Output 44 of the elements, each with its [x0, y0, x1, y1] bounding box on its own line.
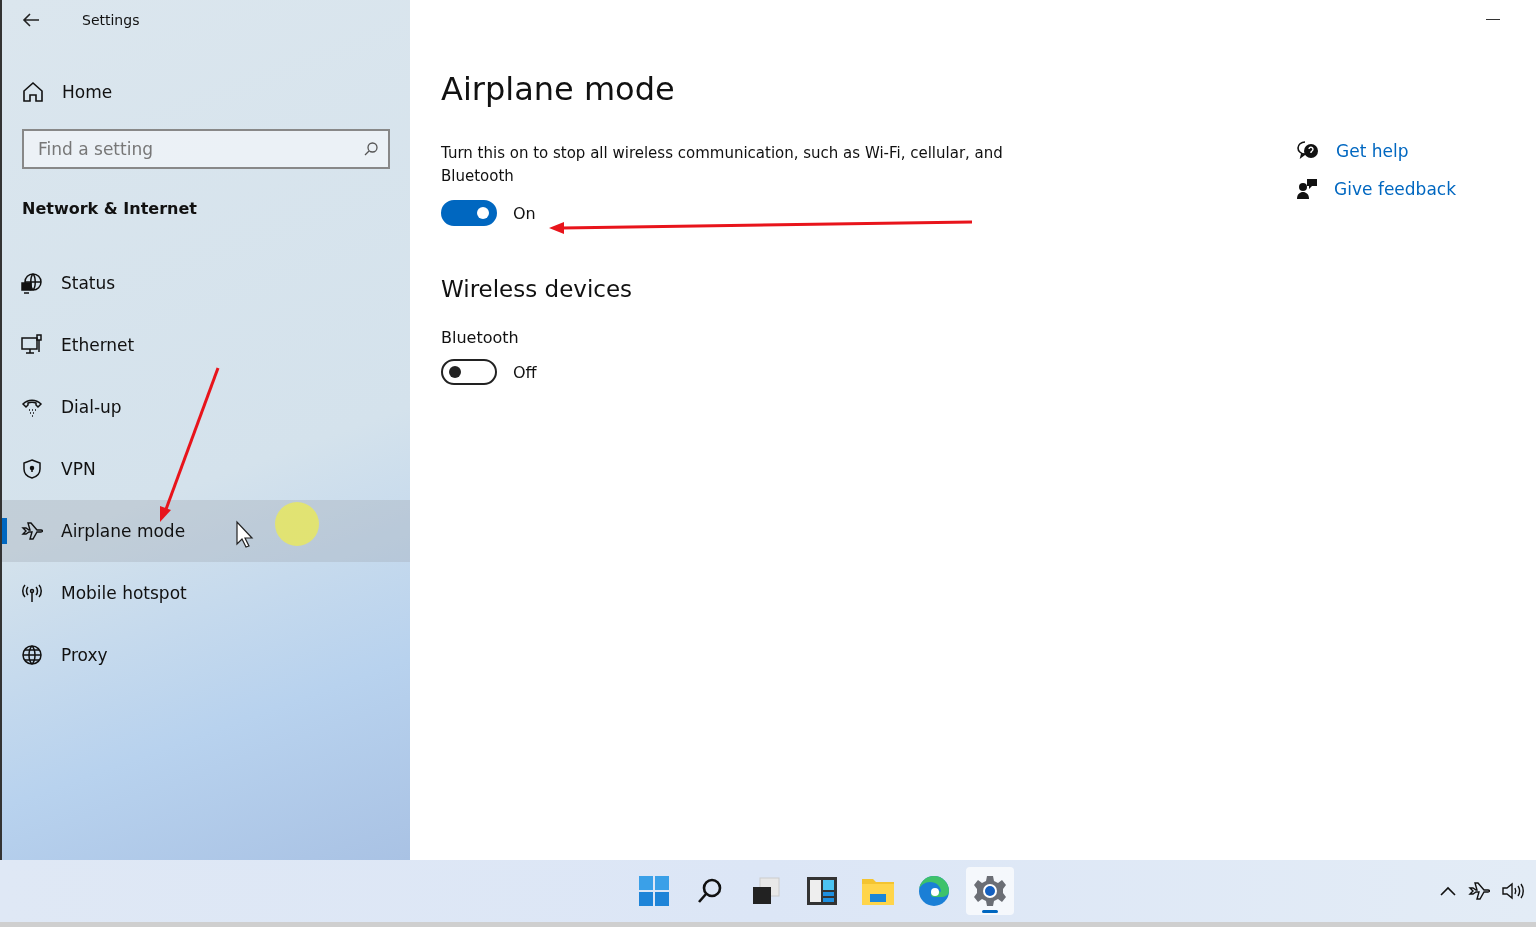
search-icon [364, 142, 378, 156]
airplane-icon [21, 520, 43, 542]
folder-icon [862, 877, 894, 905]
speaker-icon[interactable] [1502, 882, 1524, 900]
browser-logo-icon [918, 875, 950, 907]
airplane-icon[interactable] [1468, 880, 1490, 902]
globe-icon [21, 644, 43, 666]
mouse-cursor-icon [236, 520, 254, 548]
page-title: Airplane mode [441, 70, 675, 108]
overlapping-windows-icon [752, 877, 780, 905]
monitor-plug-icon [21, 334, 43, 356]
windows-logo-icon [639, 876, 669, 906]
click-highlight [275, 502, 319, 546]
search-field[interactable]: Find a setting [22, 129, 390, 169]
nav-item[interactable]: Proxy [2, 624, 410, 686]
nav-item[interactable]: VPN [2, 438, 410, 500]
widgets-icon [807, 877, 837, 905]
antenna-icon [21, 582, 43, 604]
toggle-switch[interactable] [441, 200, 497, 226]
search-icon [696, 877, 724, 905]
toggle-switch[interactable] [441, 359, 497, 385]
chevron-up-icon[interactable] [1440, 886, 1456, 896]
help-link[interactable]: Give feedback [1334, 179, 1456, 199]
nav-item[interactable]: Airplane mode [2, 500, 410, 562]
device-name: Bluetooth [441, 328, 519, 347]
window-title: Settings [82, 12, 140, 28]
home-link[interactable]: Home [22, 73, 113, 111]
shield-icon [21, 458, 43, 480]
help-link[interactable]: Get help [1336, 141, 1409, 161]
selection-indicator [2, 518, 7, 544]
nav-item[interactable]: Ethernet [2, 314, 410, 376]
description-text: Turn this on to stop all wireless communication, such as Wi-Fi, cellular, and Bluetooth [441, 143, 1004, 187]
toggle-state-label: On [513, 203, 536, 223]
toggle-state-label: Off [513, 362, 537, 382]
section-heading: Network & Internet [22, 199, 197, 218]
gear-icon [974, 875, 1006, 907]
section-heading: Wireless devices [441, 276, 633, 302]
globe-monitor-icon [21, 272, 43, 294]
nav-item[interactable]: Mobile hotspot [2, 562, 410, 624]
back-arrow-icon[interactable] [22, 13, 40, 27]
house-icon [22, 81, 44, 103]
nav-item[interactable]: Dial-up [2, 376, 410, 438]
person-chat-icon [1296, 178, 1319, 200]
nav-item[interactable]: Status [2, 252, 410, 314]
